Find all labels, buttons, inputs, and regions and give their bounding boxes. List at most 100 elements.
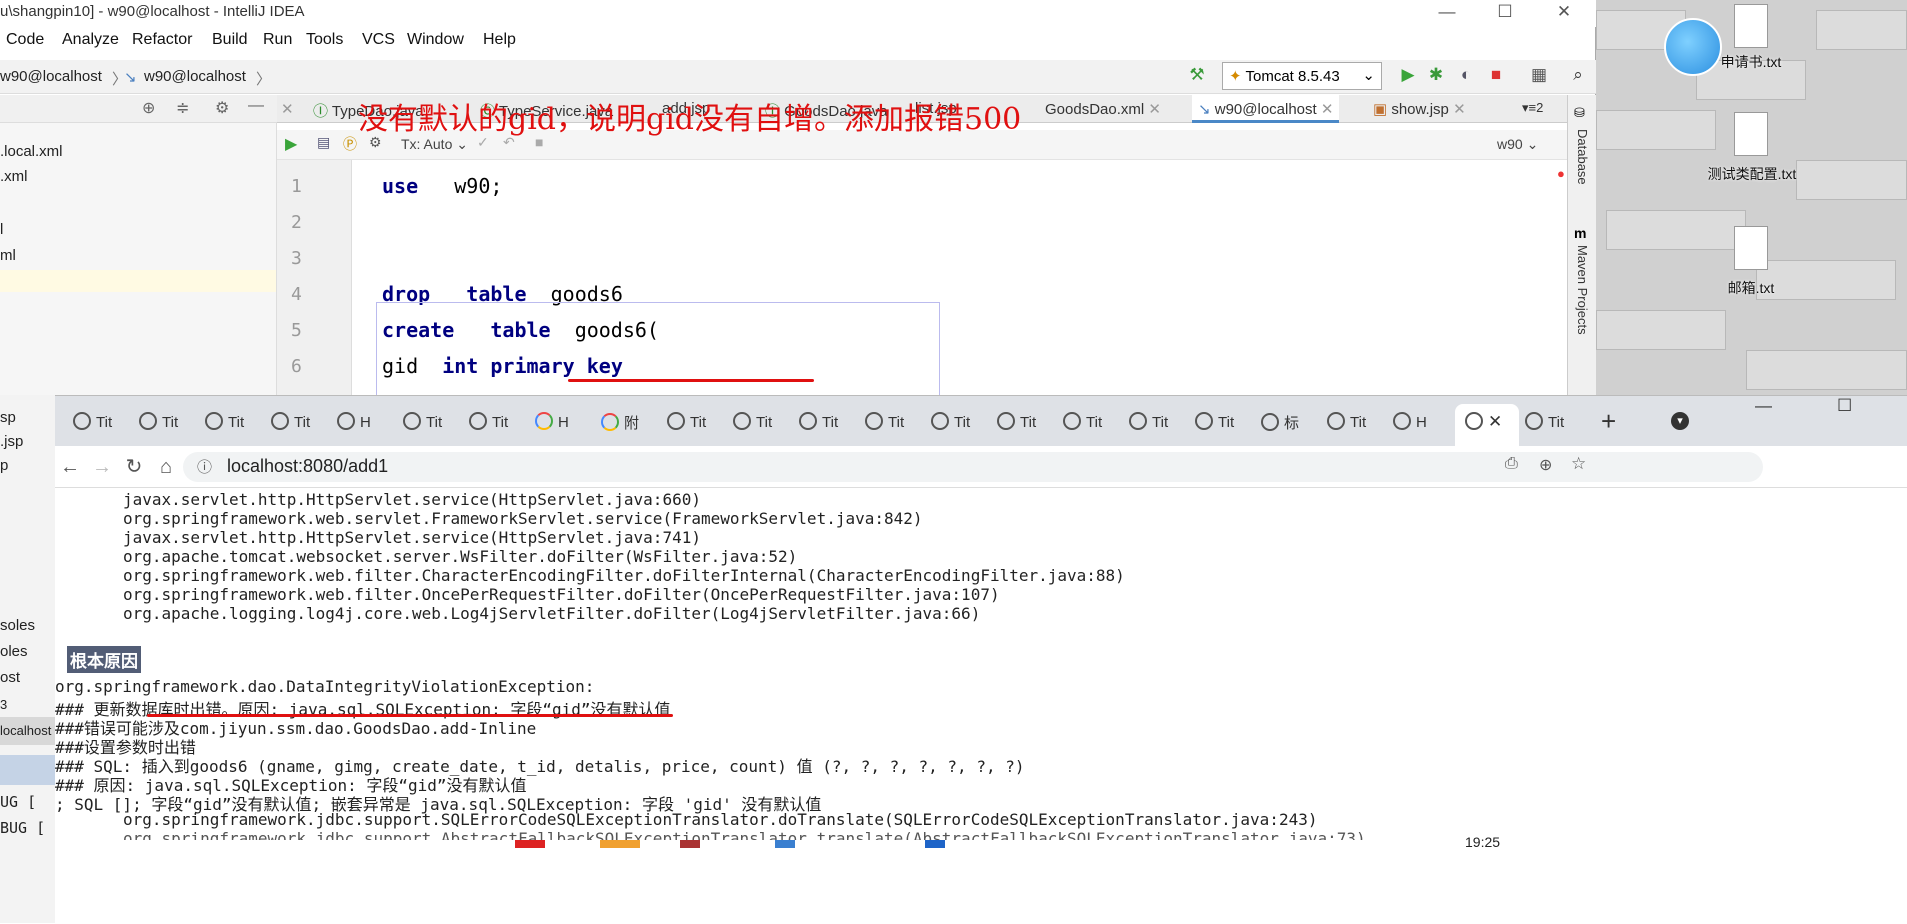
browser-tab[interactable]: Tit	[205, 412, 270, 438]
coverage-icon[interactable]: ◐	[1455, 64, 1477, 86]
zoom-icon[interactable]: ⊕	[1539, 455, 1552, 475]
gear-icon[interactable]: ⚙	[215, 98, 229, 118]
browser-tab[interactable]: H	[1393, 412, 1458, 438]
text-file-icon[interactable]	[1734, 226, 1768, 270]
database-tool-tab[interactable]: Database	[1575, 129, 1590, 185]
new-tab-button[interactable]: +	[1601, 406, 1616, 437]
taskbar-app-icon[interactable]	[515, 840, 545, 848]
browser-tab[interactable]: Tit	[1129, 412, 1194, 438]
tx-mode-select[interactable]: Tx: Auto ⌄	[401, 136, 468, 153]
url-text: localhost:8080/add1	[227, 456, 389, 476]
close-tab-icon[interactable]: ✕	[1488, 412, 1502, 431]
target-icon[interactable]: ⊕	[142, 98, 155, 118]
home-icon[interactable]: ⌂	[151, 452, 181, 482]
browser-tab[interactable]: Tit	[271, 412, 336, 438]
menu-refactor[interactable]: Refactor	[132, 31, 192, 49]
menu-tools[interactable]: Tools	[306, 31, 343, 49]
browser-tab[interactable]: 标	[1261, 412, 1326, 438]
project-file[interactable]: ml	[0, 247, 16, 264]
maximize-icon[interactable]: ☐	[1837, 396, 1852, 416]
desktop-file-label[interactable]: 测试类配置.txt	[1706, 164, 1798, 184]
tab-search-icon[interactable]: ▾	[1671, 412, 1689, 430]
build-hammer-icon[interactable]: ⚒	[1186, 64, 1208, 86]
collapse-icon[interactable]: ≑	[176, 98, 189, 118]
browser-tab[interactable]: Tit	[997, 412, 1062, 438]
desktop-file-label[interactable]: 邮箱.txt	[1708, 278, 1794, 298]
text-file-icon[interactable]	[1734, 112, 1768, 156]
run-config-select[interactable]: ✦ Tomcat 8.5.43 ⌄	[1222, 62, 1382, 90]
editor-tab-active[interactable]: ↘ w90@localhost ✕	[1192, 95, 1340, 123]
minimize-icon[interactable]: —	[1418, 0, 1476, 27]
debug-icon[interactable]: ✱	[1425, 64, 1447, 86]
maximize-icon[interactable]: ☐	[1476, 0, 1534, 27]
browser-tab[interactable]: Tit	[469, 412, 534, 438]
close-icon[interactable]: ✕	[1321, 101, 1334, 118]
error-stripe-icon[interactable]: ●	[1557, 166, 1565, 181]
minimize-icon[interactable]: —	[1755, 396, 1772, 416]
schema-select[interactable]: w90 ⌄	[1497, 136, 1538, 153]
menu-build[interactable]: Build	[212, 31, 248, 49]
browser-tab[interactable]: Tit	[799, 412, 864, 438]
menu-vcs[interactable]: VCS	[362, 31, 395, 49]
search-icon[interactable]: ⌕	[1567, 64, 1589, 86]
taskbar-app-icon[interactable]	[600, 840, 640, 848]
browser-tab[interactable]: Tit	[73, 412, 138, 438]
close-icon[interactable]: ✕	[281, 100, 294, 118]
editor-tab[interactable]: ▣ show.jsp ✕	[1373, 100, 1466, 118]
browser-tab[interactable]: Tit	[667, 412, 732, 438]
desktop-file-label[interactable]: 申请书.txt	[1708, 52, 1794, 72]
breadcrumb-db[interactable]: w90@localhost	[0, 68, 102, 85]
run-icon[interactable]: ▶	[1397, 64, 1419, 86]
editor-tab[interactable]: GoodsDao.xml ✕	[1045, 100, 1161, 118]
browser-tab[interactable]: Tit	[733, 412, 798, 438]
info-icon[interactable]: ⓘ	[197, 456, 212, 477]
menu-help[interactable]: Help	[483, 31, 516, 49]
browser-tab[interactable]: Tit	[403, 412, 468, 438]
menu-window[interactable]: Window	[407, 31, 464, 49]
execute-icon[interactable]: ▶	[285, 134, 297, 154]
breadcrumb-console[interactable]: w90@localhost	[144, 68, 246, 85]
project-file[interactable]: .xml	[0, 168, 28, 185]
parameters-icon[interactable]: Ⓟ	[343, 134, 357, 154]
menu-code[interactable]: Code	[6, 31, 44, 49]
project-file[interactable]: l	[0, 221, 3, 238]
bookmark-star-icon[interactable]: ☆	[1571, 454, 1586, 474]
browser-tab[interactable]: 附	[601, 412, 666, 438]
browser-tab[interactable]: Tit	[1525, 412, 1590, 438]
project-structure-icon[interactable]: ▦	[1528, 64, 1550, 86]
address-bar[interactable]: ⓘ localhost:8080/add1 ⎙ ⊕ ☆	[183, 452, 1763, 482]
project-selected-row[interactable]	[0, 270, 276, 292]
left-panel-fragment: sp .jsp p soles oles ost 3 localhost UG …	[0, 395, 55, 923]
browser-tab-active[interactable]: ✕	[1455, 404, 1519, 446]
browser-tab[interactable]: H	[337, 412, 402, 438]
close-icon[interactable]: ✕	[1148, 101, 1161, 118]
text-file-icon[interactable]	[1734, 4, 1768, 48]
sql-editor[interactable]: use w90; drop table goods6 create table …	[352, 160, 1567, 400]
maven-tool-tab[interactable]: Maven Projects	[1575, 245, 1590, 335]
maven-icon[interactable]: m	[1574, 225, 1586, 241]
project-file[interactable]: .local.xml	[0, 143, 63, 160]
stop-icon[interactable]: ■	[1485, 64, 1507, 86]
tab-overflow-button[interactable]: ▾≡2	[1522, 100, 1543, 116]
browser-tab[interactable]: Tit	[1195, 412, 1260, 438]
close-icon[interactable]: ✕	[1535, 0, 1593, 27]
browser-tab[interactable]: Tit	[1327, 412, 1392, 438]
browser-tab[interactable]: Tit	[931, 412, 996, 438]
reload-icon[interactable]: ↻	[119, 452, 149, 482]
taskbar-app-icon[interactable]	[925, 840, 945, 848]
browser-tab[interactable]: Tit	[139, 412, 204, 438]
menu-analyze[interactable]: Analyze	[62, 31, 119, 49]
back-icon[interactable]: ←	[55, 452, 85, 482]
taskbar-app-icon[interactable]	[775, 840, 795, 848]
hide-panel-icon[interactable]: —	[248, 97, 264, 115]
browser-tab[interactable]: Tit	[865, 412, 930, 438]
browser-tab[interactable]: H	[535, 412, 600, 438]
browser-tab[interactable]: Tit	[1063, 412, 1128, 438]
taskbar-app-icon[interactable]	[680, 840, 700, 848]
forward-icon[interactable]: →	[87, 452, 117, 482]
menu-run[interactable]: Run	[263, 31, 292, 49]
database-icon[interactable]: ⛁	[1574, 105, 1585, 121]
close-icon[interactable]: ✕	[1453, 101, 1466, 118]
translate-icon[interactable]: ⎙	[1505, 455, 1518, 473]
explain-icon[interactable]: ▤	[317, 134, 330, 151]
